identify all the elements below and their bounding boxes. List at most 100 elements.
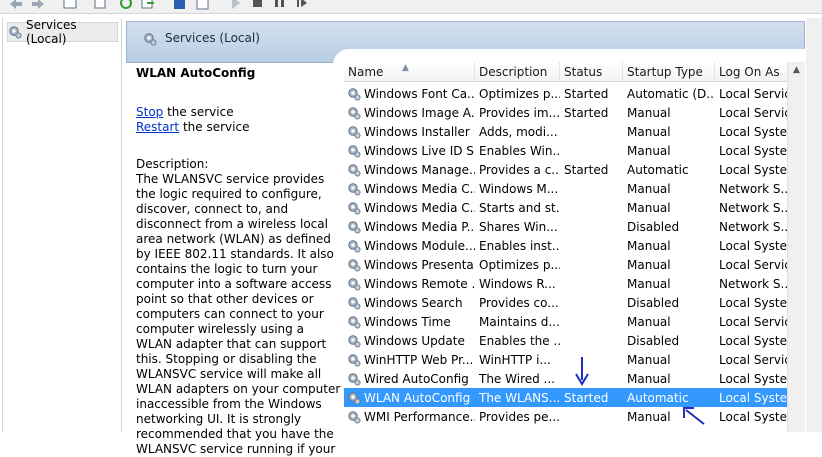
service-gear-icon <box>347 410 361 424</box>
description-label: Description: <box>136 157 209 171</box>
annotation-down-arrow-icon <box>575 357 589 386</box>
service-name: Windows Installer <box>364 124 470 139</box>
service-row[interactable]: WLAN AutoConfig The WLANS... Started Automa… <box>344 388 787 407</box>
pause-icon[interactable] <box>272 0 288 12</box>
service-row[interactable]: WMI Performance... Provides pe... Manual Lo… <box>344 407 787 426</box>
vertical-scrollbar[interactable]: ▲ <box>787 62 805 432</box>
service-name: Windows Module... <box>364 238 475 253</box>
service-row[interactable]: Windows Update Enables the ... Disabled Loc… <box>344 331 787 350</box>
service-gear-icon <box>347 201 361 215</box>
column-description-label: Description <box>479 65 548 79</box>
service-description: Optimizes p... <box>479 257 560 272</box>
service-startup-type: Manual <box>627 124 671 139</box>
tree-item-services-local[interactable]: Services (Local) <box>7 18 118 46</box>
column-logon-label: Log On As <box>719 65 780 79</box>
play-icon[interactable] <box>228 0 244 12</box>
service-row[interactable]: Windows Presenta... Optimizes p... Manual L… <box>344 255 787 274</box>
service-gear-icon <box>347 315 361 329</box>
help-icon[interactable] <box>172 0 188 12</box>
service-status: Started <box>564 105 609 120</box>
service-name-cell: Windows Update <box>344 334 475 348</box>
service-logon: Local Service <box>719 86 787 101</box>
service-gear-icon <box>347 391 361 405</box>
service-row[interactable]: Windows Live ID S... Enables Win... Manual… <box>344 141 787 160</box>
column-description[interactable]: Description <box>475 62 560 82</box>
service-row[interactable]: Windows Remote ... Windows R... Manual Netw… <box>344 274 787 293</box>
toolbar <box>0 0 822 14</box>
service-name: Windows Time <box>364 314 451 329</box>
service-row[interactable]: Windows Time Maintains d... Manual Local Se… <box>344 312 787 331</box>
service-row[interactable]: Windows Module... Enables inst... Manual Lo… <box>344 236 787 255</box>
service-startup-type: Manual <box>627 276 671 291</box>
service-name-cell: Windows Search <box>344 296 475 310</box>
stop-icon[interactable] <box>250 0 266 12</box>
column-startup-type[interactable]: Startup Type <box>623 62 715 82</box>
service-row[interactable]: WinHTTP Web Pr... WinHTTP i... Manual Local… <box>344 350 787 369</box>
service-logon: Network S... <box>719 200 787 215</box>
service-startup-type: Manual <box>627 200 671 215</box>
service-gear-icon <box>347 220 361 234</box>
restart-link[interactable]: Restart <box>136 120 179 134</box>
service-description: Adds, modi... <box>479 124 558 139</box>
back-arrow-icon[interactable] <box>8 0 24 12</box>
service-name: Windows Media C... <box>364 181 475 196</box>
service-name-cell: Windows Media C... <box>344 201 475 215</box>
service-status: Started <box>564 390 609 405</box>
export-icon[interactable] <box>140 0 156 12</box>
service-name-cell: Windows Media C... <box>344 182 475 196</box>
service-name: Windows Remote ... <box>364 276 475 291</box>
service-startup-type: Manual <box>627 371 671 386</box>
column-name[interactable]: ▲ Name <box>344 62 475 82</box>
refresh-icon[interactable] <box>118 0 134 12</box>
service-name-cell: Windows Remote ... <box>344 277 475 291</box>
service-startup-type: Disabled <box>627 295 680 310</box>
service-gear-icon <box>347 144 361 158</box>
service-row[interactable]: Windows Font Ca... Optimizes p... Started A… <box>344 84 787 103</box>
service-name: Windows Image A... <box>364 105 475 120</box>
service-description: Enables the ... <box>479 333 560 348</box>
service-row[interactable]: Windows Media C... Windows M... Manual Netw… <box>344 179 787 198</box>
service-name-cell: Windows Installer <box>344 125 475 139</box>
service-logon: Local Syste... <box>719 295 787 310</box>
show-tree-icon[interactable] <box>62 0 78 12</box>
service-startup-type: Manual <box>627 314 671 329</box>
column-status-label: Status <box>564 65 603 79</box>
service-row[interactable]: Windows Media C... Starts and st... Manual… <box>344 198 787 217</box>
service-gear-icon <box>347 239 361 253</box>
forward-arrow-icon[interactable] <box>30 0 46 12</box>
service-row[interactable]: Windows Image A... Provides im... Started M… <box>344 103 787 122</box>
scroll-up-icon[interactable]: ▲ <box>788 62 805 79</box>
service-description: WinHTTP i... <box>479 352 551 367</box>
service-startup-type: Disabled <box>627 333 680 348</box>
service-logon: Local Service <box>719 257 787 272</box>
service-logon: Network S... <box>719 181 787 196</box>
service-row[interactable]: Windows Media P... Shares Win... Disabled N… <box>344 217 787 236</box>
console-icon[interactable] <box>195 0 211 12</box>
service-description: Maintains d... <box>479 314 560 329</box>
service-description: Shares Win... <box>479 219 558 234</box>
service-name: Windows Font Ca... <box>364 86 475 101</box>
service-row[interactable]: Windows Installer Adds, modi... Manual Loca… <box>344 122 787 141</box>
properties-icon[interactable] <box>92 0 108 12</box>
service-logon: Network S... <box>719 219 787 234</box>
service-row[interactable]: Windows Search Provides co... Disabled Loca… <box>344 293 787 312</box>
service-name-cell: Windows Media P... <box>344 220 475 234</box>
column-status[interactable]: Status <box>560 62 623 82</box>
service-row[interactable]: Windows Manage... Provides a c... Started A… <box>344 160 787 179</box>
panel-title: Services (Local) <box>165 31 260 45</box>
service-row[interactable]: Wired AutoConfig The Wired ... Manual Local… <box>344 369 787 388</box>
service-name-cell: Windows Time <box>344 315 475 329</box>
column-name-label: Name <box>348 65 384 79</box>
restart-rest: the service <box>179 120 250 134</box>
service-logon: Local Syste... <box>719 390 787 405</box>
service-name: WLAN AutoConfig <box>364 390 471 405</box>
restart-action: Restart the service <box>136 120 342 135</box>
column-startup-label: Startup Type <box>627 65 703 79</box>
stop-link[interactable]: Stop <box>136 105 163 119</box>
service-name: Windows Update <box>364 333 465 348</box>
window-scrollbar[interactable] <box>806 18 822 432</box>
resume-icon[interactable] <box>294 0 310 12</box>
service-gear-icon <box>347 163 361 177</box>
service-description: The Wired ... <box>479 371 555 386</box>
column-logon-as[interactable]: Log On As <box>715 62 787 82</box>
